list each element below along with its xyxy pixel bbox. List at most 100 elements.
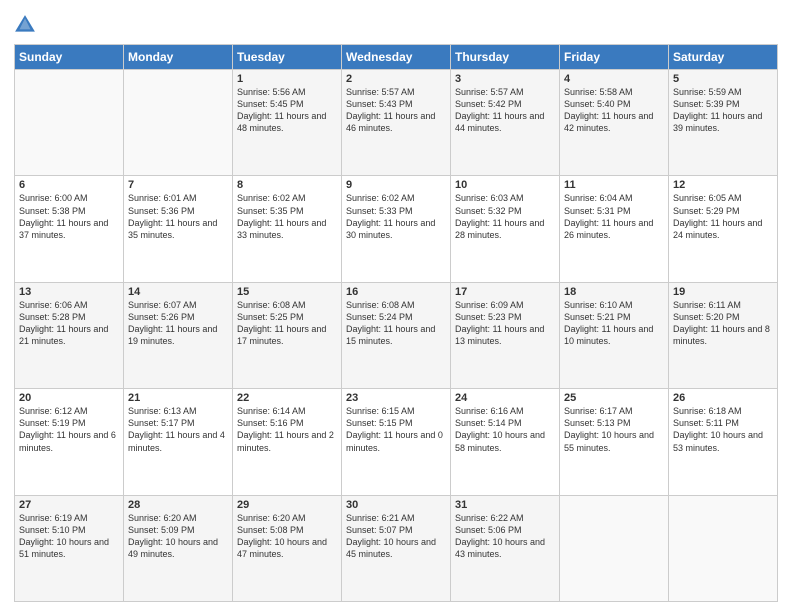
day-number: 10 bbox=[455, 179, 555, 191]
calendar-cell: 1Sunrise: 5:56 AM Sunset: 5:45 PM Daylig… bbox=[233, 70, 342, 176]
calendar-cell: 8Sunrise: 6:02 AM Sunset: 5:35 PM Daylig… bbox=[233, 176, 342, 282]
calendar-cell: 16Sunrise: 6:08 AM Sunset: 5:24 PM Dayli… bbox=[342, 282, 451, 388]
day-number: 9 bbox=[346, 179, 446, 191]
day-info: Sunrise: 6:01 AM Sunset: 5:36 PM Dayligh… bbox=[128, 192, 228, 241]
day-number: 21 bbox=[128, 392, 228, 404]
day-info: Sunrise: 6:05 AM Sunset: 5:29 PM Dayligh… bbox=[673, 192, 773, 241]
day-info: Sunrise: 6:07 AM Sunset: 5:26 PM Dayligh… bbox=[128, 299, 228, 348]
calendar-cell: 29Sunrise: 6:20 AM Sunset: 5:08 PM Dayli… bbox=[233, 495, 342, 601]
day-number: 7 bbox=[128, 179, 228, 191]
day-number: 14 bbox=[128, 286, 228, 298]
calendar-cell bbox=[669, 495, 778, 601]
day-number: 2 bbox=[346, 73, 446, 85]
day-number: 8 bbox=[237, 179, 337, 191]
day-number: 31 bbox=[455, 499, 555, 511]
day-number: 27 bbox=[19, 499, 119, 511]
day-info: Sunrise: 6:14 AM Sunset: 5:16 PM Dayligh… bbox=[237, 405, 337, 454]
day-info: Sunrise: 6:02 AM Sunset: 5:35 PM Dayligh… bbox=[237, 192, 337, 241]
calendar-cell: 6Sunrise: 6:00 AM Sunset: 5:38 PM Daylig… bbox=[15, 176, 124, 282]
calendar-header: SundayMondayTuesdayWednesdayThursdayFrid… bbox=[15, 45, 778, 70]
day-number: 12 bbox=[673, 179, 773, 191]
weekday-header: Wednesday bbox=[342, 45, 451, 70]
day-info: Sunrise: 6:11 AM Sunset: 5:20 PM Dayligh… bbox=[673, 299, 773, 348]
calendar-week-row: 13Sunrise: 6:06 AM Sunset: 5:28 PM Dayli… bbox=[15, 282, 778, 388]
day-number: 22 bbox=[237, 392, 337, 404]
day-number: 29 bbox=[237, 499, 337, 511]
day-number: 19 bbox=[673, 286, 773, 298]
calendar-week-row: 1Sunrise: 5:56 AM Sunset: 5:45 PM Daylig… bbox=[15, 70, 778, 176]
calendar-cell: 14Sunrise: 6:07 AM Sunset: 5:26 PM Dayli… bbox=[124, 282, 233, 388]
day-info: Sunrise: 6:12 AM Sunset: 5:19 PM Dayligh… bbox=[19, 405, 119, 454]
calendar-cell: 4Sunrise: 5:58 AM Sunset: 5:40 PM Daylig… bbox=[560, 70, 669, 176]
calendar-week-row: 6Sunrise: 6:00 AM Sunset: 5:38 PM Daylig… bbox=[15, 176, 778, 282]
calendar-cell: 7Sunrise: 6:01 AM Sunset: 5:36 PM Daylig… bbox=[124, 176, 233, 282]
calendar-cell: 11Sunrise: 6:04 AM Sunset: 5:31 PM Dayli… bbox=[560, 176, 669, 282]
day-info: Sunrise: 6:09 AM Sunset: 5:23 PM Dayligh… bbox=[455, 299, 555, 348]
page: SundayMondayTuesdayWednesdayThursdayFrid… bbox=[0, 0, 792, 612]
day-info: Sunrise: 6:15 AM Sunset: 5:15 PM Dayligh… bbox=[346, 405, 446, 454]
weekday-header: Tuesday bbox=[233, 45, 342, 70]
calendar-cell: 15Sunrise: 6:08 AM Sunset: 5:25 PM Dayli… bbox=[233, 282, 342, 388]
calendar-cell: 27Sunrise: 6:19 AM Sunset: 5:10 PM Dayli… bbox=[15, 495, 124, 601]
day-number: 4 bbox=[564, 73, 664, 85]
calendar-cell: 22Sunrise: 6:14 AM Sunset: 5:16 PM Dayli… bbox=[233, 389, 342, 495]
calendar-cell: 18Sunrise: 6:10 AM Sunset: 5:21 PM Dayli… bbox=[560, 282, 669, 388]
day-info: Sunrise: 5:56 AM Sunset: 5:45 PM Dayligh… bbox=[237, 86, 337, 135]
day-info: Sunrise: 6:08 AM Sunset: 5:24 PM Dayligh… bbox=[346, 299, 446, 348]
calendar-table: SundayMondayTuesdayWednesdayThursdayFrid… bbox=[14, 44, 778, 602]
calendar-cell: 12Sunrise: 6:05 AM Sunset: 5:29 PM Dayli… bbox=[669, 176, 778, 282]
day-info: Sunrise: 6:02 AM Sunset: 5:33 PM Dayligh… bbox=[346, 192, 446, 241]
calendar-cell: 13Sunrise: 6:06 AM Sunset: 5:28 PM Dayli… bbox=[15, 282, 124, 388]
calendar-week-row: 20Sunrise: 6:12 AM Sunset: 5:19 PM Dayli… bbox=[15, 389, 778, 495]
day-info: Sunrise: 6:20 AM Sunset: 5:09 PM Dayligh… bbox=[128, 512, 228, 561]
logo bbox=[14, 14, 38, 36]
day-info: Sunrise: 6:18 AM Sunset: 5:11 PM Dayligh… bbox=[673, 405, 773, 454]
calendar-cell bbox=[15, 70, 124, 176]
day-number: 11 bbox=[564, 179, 664, 191]
day-info: Sunrise: 6:06 AM Sunset: 5:28 PM Dayligh… bbox=[19, 299, 119, 348]
day-number: 30 bbox=[346, 499, 446, 511]
weekday-header: Friday bbox=[560, 45, 669, 70]
calendar-cell: 31Sunrise: 6:22 AM Sunset: 5:06 PM Dayli… bbox=[451, 495, 560, 601]
day-number: 6 bbox=[19, 179, 119, 191]
calendar-cell: 19Sunrise: 6:11 AM Sunset: 5:20 PM Dayli… bbox=[669, 282, 778, 388]
weekday-header: Thursday bbox=[451, 45, 560, 70]
weekday-header: Sunday bbox=[15, 45, 124, 70]
day-number: 5 bbox=[673, 73, 773, 85]
logo-icon bbox=[14, 14, 36, 36]
day-info: Sunrise: 6:19 AM Sunset: 5:10 PM Dayligh… bbox=[19, 512, 119, 561]
day-info: Sunrise: 5:58 AM Sunset: 5:40 PM Dayligh… bbox=[564, 86, 664, 135]
calendar-cell: 5Sunrise: 5:59 AM Sunset: 5:39 PM Daylig… bbox=[669, 70, 778, 176]
day-info: Sunrise: 6:08 AM Sunset: 5:25 PM Dayligh… bbox=[237, 299, 337, 348]
calendar-cell: 26Sunrise: 6:18 AM Sunset: 5:11 PM Dayli… bbox=[669, 389, 778, 495]
calendar-cell bbox=[560, 495, 669, 601]
calendar-cell: 3Sunrise: 5:57 AM Sunset: 5:42 PM Daylig… bbox=[451, 70, 560, 176]
calendar-cell: 20Sunrise: 6:12 AM Sunset: 5:19 PM Dayli… bbox=[15, 389, 124, 495]
day-info: Sunrise: 6:10 AM Sunset: 5:21 PM Dayligh… bbox=[564, 299, 664, 348]
day-info: Sunrise: 6:04 AM Sunset: 5:31 PM Dayligh… bbox=[564, 192, 664, 241]
day-number: 15 bbox=[237, 286, 337, 298]
day-number: 24 bbox=[455, 392, 555, 404]
calendar-cell: 28Sunrise: 6:20 AM Sunset: 5:09 PM Dayli… bbox=[124, 495, 233, 601]
day-info: Sunrise: 6:20 AM Sunset: 5:08 PM Dayligh… bbox=[237, 512, 337, 561]
day-number: 18 bbox=[564, 286, 664, 298]
day-number: 20 bbox=[19, 392, 119, 404]
day-number: 13 bbox=[19, 286, 119, 298]
day-info: Sunrise: 5:57 AM Sunset: 5:42 PM Dayligh… bbox=[455, 86, 555, 135]
day-info: Sunrise: 6:22 AM Sunset: 5:06 PM Dayligh… bbox=[455, 512, 555, 561]
calendar-cell: 17Sunrise: 6:09 AM Sunset: 5:23 PM Dayli… bbox=[451, 282, 560, 388]
calendar-cell: 24Sunrise: 6:16 AM Sunset: 5:14 PM Dayli… bbox=[451, 389, 560, 495]
day-info: Sunrise: 6:00 AM Sunset: 5:38 PM Dayligh… bbox=[19, 192, 119, 241]
day-number: 16 bbox=[346, 286, 446, 298]
calendar-body: 1Sunrise: 5:56 AM Sunset: 5:45 PM Daylig… bbox=[15, 70, 778, 602]
day-info: Sunrise: 6:17 AM Sunset: 5:13 PM Dayligh… bbox=[564, 405, 664, 454]
day-number: 23 bbox=[346, 392, 446, 404]
calendar-cell: 25Sunrise: 6:17 AM Sunset: 5:13 PM Dayli… bbox=[560, 389, 669, 495]
calendar-cell: 21Sunrise: 6:13 AM Sunset: 5:17 PM Dayli… bbox=[124, 389, 233, 495]
day-info: Sunrise: 5:57 AM Sunset: 5:43 PM Dayligh… bbox=[346, 86, 446, 135]
day-number: 25 bbox=[564, 392, 664, 404]
weekday-header: Saturday bbox=[669, 45, 778, 70]
weekday-row: SundayMondayTuesdayWednesdayThursdayFrid… bbox=[15, 45, 778, 70]
day-number: 28 bbox=[128, 499, 228, 511]
weekday-header: Monday bbox=[124, 45, 233, 70]
